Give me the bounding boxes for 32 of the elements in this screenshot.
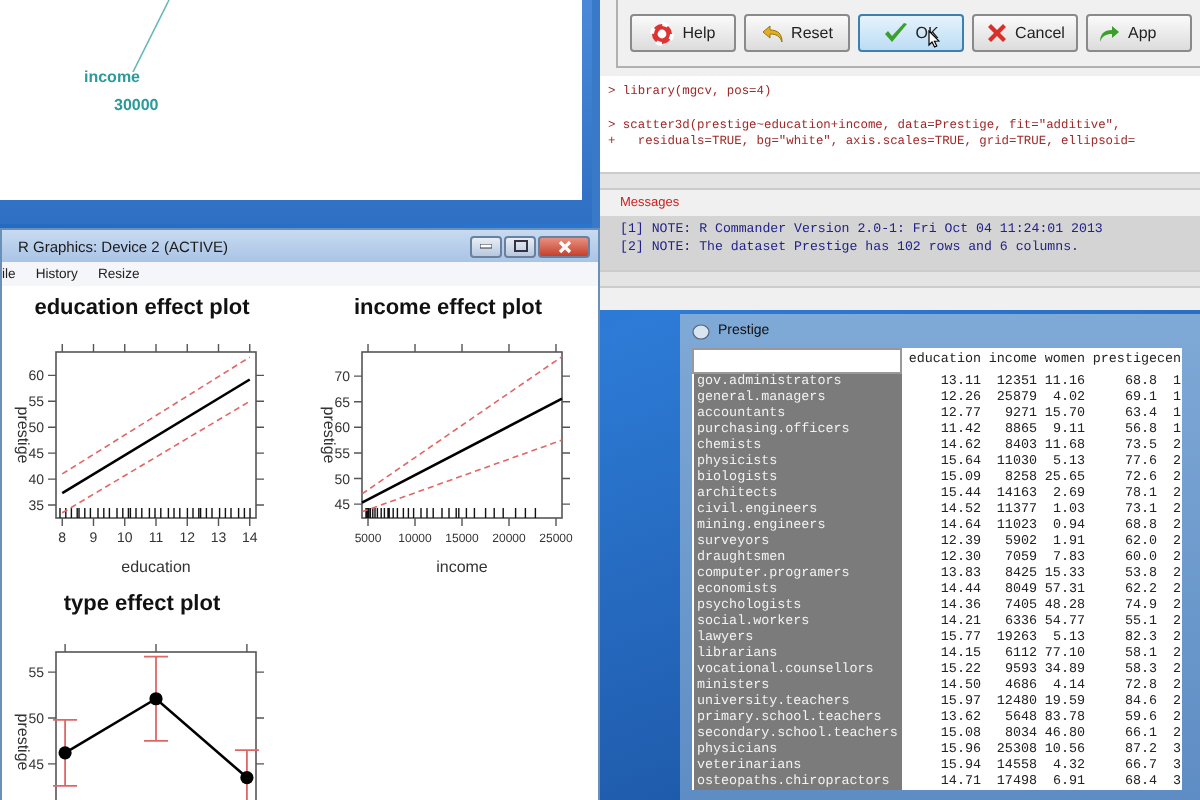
y-axis-label: prestige xyxy=(14,713,32,771)
cancel-button[interactable]: Cancel xyxy=(972,14,1078,52)
cross-icon xyxy=(985,22,1008,44)
checkmark-icon xyxy=(883,22,908,44)
plot-title: education effect plot xyxy=(32,294,252,322)
window-icon xyxy=(692,323,710,339)
maximize-button[interactable] xyxy=(504,235,536,257)
tick-label: 30000 xyxy=(114,96,159,114)
horizontal-scrollbar[interactable] xyxy=(600,172,1200,190)
x-axis-label: education xyxy=(121,558,191,576)
error-bar xyxy=(234,749,260,800)
lifebuoy-icon xyxy=(650,21,675,45)
help-button[interactable]: Help xyxy=(630,14,736,52)
maximize-icon xyxy=(513,240,527,252)
y-axis-label: prestige xyxy=(14,406,32,464)
horizontal-scrollbar[interactable] xyxy=(600,270,1200,288)
close-icon xyxy=(557,239,571,253)
error-bar xyxy=(52,718,78,787)
redo-arrow-icon xyxy=(1098,23,1120,43)
apply-button[interactable]: App xyxy=(1086,14,1192,52)
plot-title: income effect plot xyxy=(351,294,545,322)
axis-line xyxy=(132,0,170,72)
axis-label: income xyxy=(84,68,141,86)
plot-title: type effect plot xyxy=(61,590,223,618)
y-axis-label: prestige xyxy=(320,406,338,464)
error-bar xyxy=(143,655,169,742)
undo-arrow-icon xyxy=(761,23,784,43)
close-button[interactable] xyxy=(538,235,590,257)
reset-button[interactable]: Reset xyxy=(744,14,850,52)
minimize-icon xyxy=(480,243,492,249)
x-axis-label: income xyxy=(436,558,488,576)
minimize-button[interactable] xyxy=(470,235,502,257)
